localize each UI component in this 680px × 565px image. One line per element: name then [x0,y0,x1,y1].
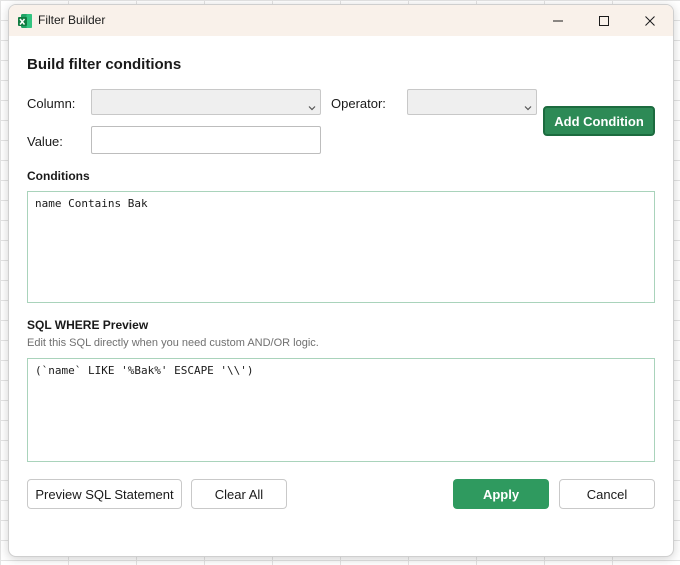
sql-preview-title: SQL WHERE Preview [27,318,149,332]
maximize-button[interactable] [581,5,627,36]
dialog-heading: Build filter conditions [27,56,182,73]
sql-preview-hint: Edit this SQL directly when you need cus… [27,337,319,349]
conditions-textbox[interactable]: name Contains Bak [27,191,655,303]
operator-select[interactable] [407,89,537,115]
column-select[interactable] [91,89,321,115]
operator-label: Operator: [331,96,386,111]
value-input[interactable] [91,126,321,154]
apply-button[interactable]: Apply [453,479,549,509]
close-button[interactable] [627,5,673,36]
excel-icon [17,13,33,29]
cancel-button[interactable]: Cancel [559,479,655,509]
add-condition-button[interactable]: Add Condition [543,106,655,136]
title-bar[interactable]: Filter Builder [9,5,673,36]
filter-builder-dialog: Filter Builder Build filter conditions C… [8,4,674,557]
minimize-button[interactable] [535,5,581,36]
close-icon [644,15,656,27]
value-label: Value: [27,134,63,149]
maximize-icon [598,15,610,27]
clear-all-button[interactable]: Clear All [191,479,287,509]
column-label: Column: [27,96,76,111]
sql-preview-textbox[interactable]: (`name` LIKE '%Bak%' ESCAPE '\\') [27,358,655,462]
minimize-icon [552,15,564,27]
preview-sql-button[interactable]: Preview SQL Statement [27,479,182,509]
window-title: Filter Builder [38,13,106,27]
chevron-down-icon [524,98,532,116]
chevron-down-icon [308,98,316,116]
conditions-title: Conditions [27,169,90,183]
